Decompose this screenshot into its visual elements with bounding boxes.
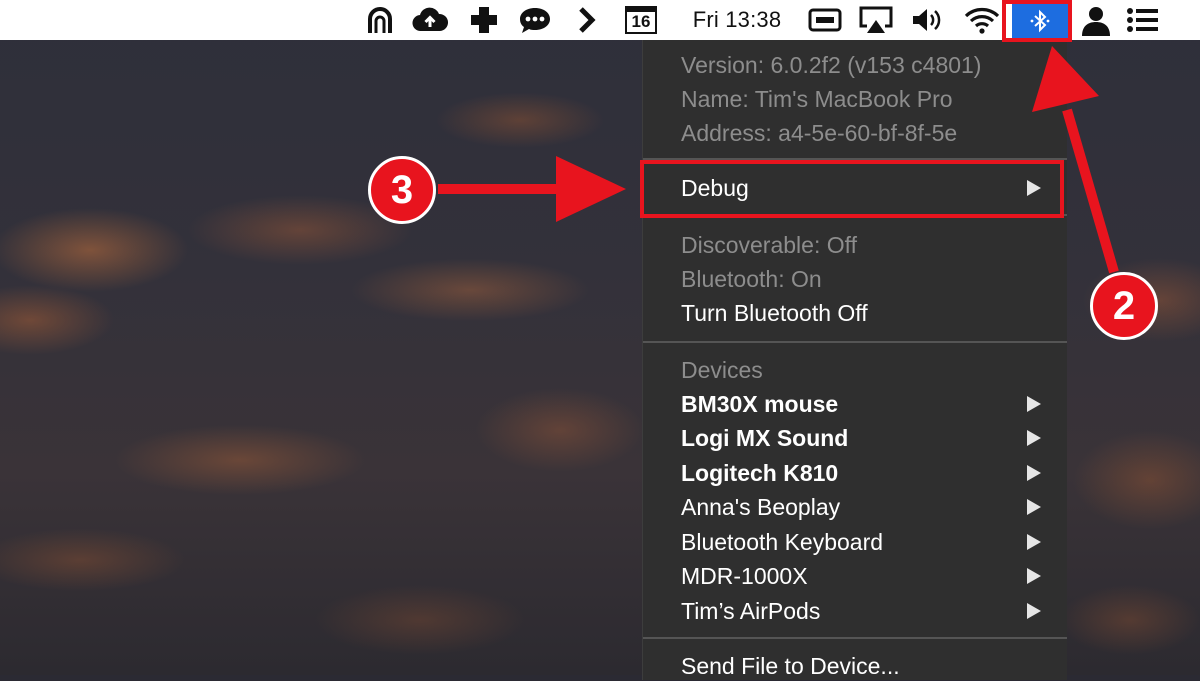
arrow-3-head — [556, 156, 626, 222]
arrow-2-shaft — [1062, 108, 1119, 274]
arrow-3-shaft — [438, 184, 558, 194]
step-3-badge: 3 — [368, 156, 436, 224]
step-2-badge: 2 — [1090, 272, 1158, 340]
arrow-2-head — [1032, 46, 1099, 112]
annotation-arrows — [438, 46, 1119, 274]
